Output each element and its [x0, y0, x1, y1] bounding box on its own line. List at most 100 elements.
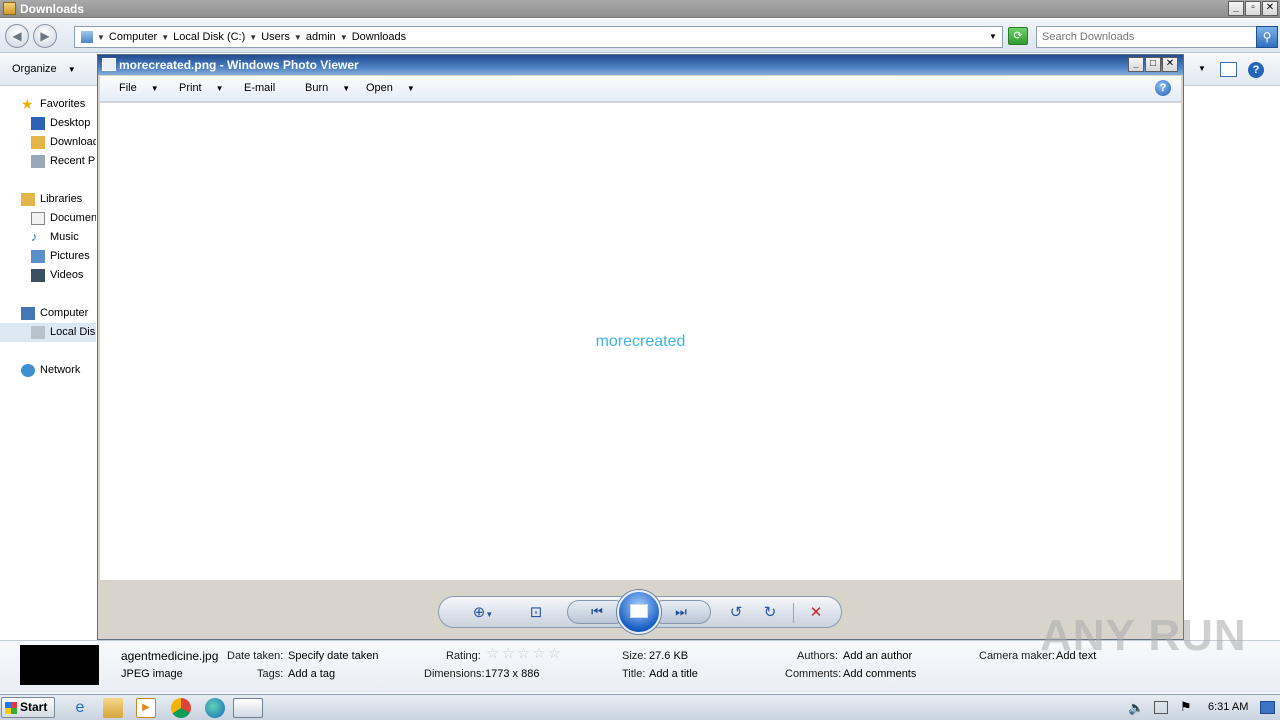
- nav-item-downloads[interactable]: Downloads: [0, 133, 96, 152]
- folder-icon: [3, 2, 16, 15]
- star-icon: ★: [21, 96, 34, 112]
- minimize-button[interactable]: _: [1128, 57, 1144, 72]
- internet-explorer-icon[interactable]: e: [68, 698, 92, 718]
- menu-email[interactable]: E-mail: [244, 82, 275, 94]
- actual-size-icon[interactable]: ⊡: [525, 603, 547, 623]
- computer-icon: [21, 307, 35, 320]
- media-player-icon[interactable]: ▶: [136, 698, 156, 718]
- tags-value[interactable]: Add a tag: [288, 668, 335, 680]
- title-value[interactable]: Add a title: [649, 668, 698, 680]
- search-field[interactable]: [1036, 26, 1258, 48]
- watermark-logo: ANY RUN: [1040, 611, 1247, 660]
- breadcrumb-item[interactable]: Computer: [109, 31, 157, 45]
- breadcrumb-item[interactable]: Local Disk (C:): [173, 31, 245, 45]
- nav-favorites[interactable]: ★ Favorites: [0, 95, 96, 114]
- edge-icon[interactable]: [205, 698, 225, 718]
- photo-viewer-window: morecreated.png - Windows Photo Viewer _…: [97, 54, 1184, 640]
- chevron-down-icon: ▼: [215, 84, 224, 93]
- nav-computer[interactable]: Computer: [0, 304, 96, 323]
- nav-item-local-disk[interactable]: Local Disk (C:): [0, 323, 96, 342]
- image-canvas: morecreated: [100, 103, 1181, 580]
- nav-libraries[interactable]: Libraries: [0, 190, 96, 209]
- minimize-button[interactable]: _: [1228, 1, 1244, 16]
- comments-label: Comments:: [785, 668, 842, 680]
- details-pane: agentmedicine.jpg JPEG image Date taken:…: [0, 611, 1280, 693]
- forward-button[interactable]: ▶: [33, 24, 57, 48]
- menu-burn[interactable]: Burn ▼: [305, 82, 350, 94]
- rotate-clockwise-icon[interactable]: ↻: [759, 603, 781, 623]
- breadcrumb-item[interactable]: Users: [261, 31, 290, 45]
- nav-item-videos[interactable]: Videos: [0, 266, 96, 285]
- slideshow-button[interactable]: [617, 590, 661, 634]
- date-taken-value[interactable]: Specify date taken: [288, 650, 379, 662]
- menu-open[interactable]: Open ▼: [366, 82, 415, 94]
- breadcrumb-item[interactable]: Downloads: [352, 31, 406, 45]
- chevron-down-icon: ▼: [406, 84, 415, 93]
- close-button[interactable]: ✕: [1162, 57, 1178, 72]
- menu-print[interactable]: Print ▼: [179, 82, 224, 94]
- rotate-counterclockwise-icon[interactable]: ↺: [725, 603, 747, 623]
- nav-item-desktop[interactable]: Desktop: [0, 114, 96, 133]
- comments-value[interactable]: Add comments: [843, 668, 916, 680]
- search-icon[interactable]: ⚲: [1256, 26, 1278, 48]
- close-button[interactable]: ✕: [1262, 1, 1278, 16]
- zoom-icon[interactable]: ⊕▼: [469, 603, 497, 623]
- photo-viewer-title: morecreated.png - Windows Photo Viewer: [119, 58, 359, 72]
- nav-network[interactable]: Network: [0, 361, 96, 380]
- show-desktop-icon[interactable]: [1260, 701, 1275, 714]
- help-icon[interactable]: ?: [1248, 62, 1264, 78]
- authors-value[interactable]: Add an author: [843, 650, 912, 662]
- size-label: Size:: [622, 650, 647, 662]
- nav-item-music[interactable]: ♪ Music: [0, 228, 96, 247]
- viewer-controls: ⊕▼ ⊡ ⏮ ⏭ ↺ ↻ ✕: [438, 590, 842, 634]
- back-button[interactable]: ◀: [5, 24, 29, 48]
- nav-item-documents[interactable]: Documents: [0, 209, 96, 228]
- authors-label: Authors:: [797, 650, 838, 662]
- rating-stars[interactable]: ☆☆☆☆☆: [486, 646, 563, 661]
- view-options-icon[interactable]: ▼: [1198, 64, 1206, 73]
- chrome-icon[interactable]: [171, 698, 191, 718]
- chevron-down-icon: ▼: [67, 65, 76, 74]
- refresh-button[interactable]: ⟳: [1008, 27, 1028, 45]
- breadcrumb: ▼ Computer ▼ Local Disk (C:) ▼ Users ▼ a…: [97, 31, 407, 45]
- folder-icon: [81, 31, 93, 43]
- file-type: JPEG image: [121, 668, 183, 680]
- maximize-button[interactable]: □: [1145, 57, 1161, 72]
- clock[interactable]: 6:31 AM: [1208, 701, 1248, 713]
- action-center-flag-icon[interactable]: ⚑: [1180, 699, 1192, 715]
- dimensions-value: 1773 x 886: [485, 668, 540, 680]
- organize-label: Organize: [12, 63, 57, 75]
- chevron-down-icon[interactable]: ▼: [989, 32, 997, 41]
- breadcrumb-item[interactable]: admin: [306, 31, 336, 45]
- explorer-title: Downloads: [20, 2, 85, 16]
- navigation-pane: ★ Favorites Desktop Downloads Recent Pla…: [0, 87, 97, 638]
- volume-icon[interactable]: 🔈: [1128, 700, 1144, 716]
- help-icon[interactable]: ?: [1155, 80, 1171, 96]
- music-icon: ♪: [31, 229, 38, 244]
- explorer-icon[interactable]: [103, 698, 123, 718]
- explorer-title-bar: Downloads _ ▫ ✕: [0, 0, 1280, 18]
- divider: [793, 603, 794, 623]
- restore-button[interactable]: ▫: [1245, 1, 1261, 16]
- system-tray: 🔈 ⚑: [1122, 697, 1278, 719]
- preview-pane-icon[interactable]: [1220, 62, 1237, 77]
- photo-viewer-taskbar-icon[interactable]: [233, 698, 263, 718]
- organize-button[interactable]: Organize ▼: [12, 63, 76, 75]
- photo-viewer-icon: [102, 58, 116, 71]
- start-button[interactable]: Start: [1, 697, 55, 718]
- recent-places-icon: [31, 155, 45, 168]
- address-row: ◀ ▶ ▼ Computer ▼ Local Disk (C:) ▼ Users…: [0, 19, 1280, 53]
- network-tray-icon[interactable]: [1154, 701, 1168, 714]
- drive-icon: [31, 326, 45, 339]
- address-bar[interactable]: ▼ Computer ▼ Local Disk (C:) ▼ Users ▼ a…: [74, 26, 1003, 48]
- image-text: morecreated: [595, 333, 686, 350]
- nav-item-pictures[interactable]: Pictures: [0, 247, 96, 266]
- downloads-folder-icon: [31, 136, 45, 149]
- desktop-icon: [31, 117, 45, 130]
- pictures-icon: [31, 250, 45, 263]
- menu-file[interactable]: File ▼: [119, 82, 159, 94]
- delete-icon[interactable]: ✕: [805, 603, 827, 623]
- file-thumbnail: [20, 645, 99, 685]
- nav-item-recent-places[interactable]: Recent Places: [0, 152, 96, 171]
- search-input[interactable]: [1037, 27, 1227, 47]
